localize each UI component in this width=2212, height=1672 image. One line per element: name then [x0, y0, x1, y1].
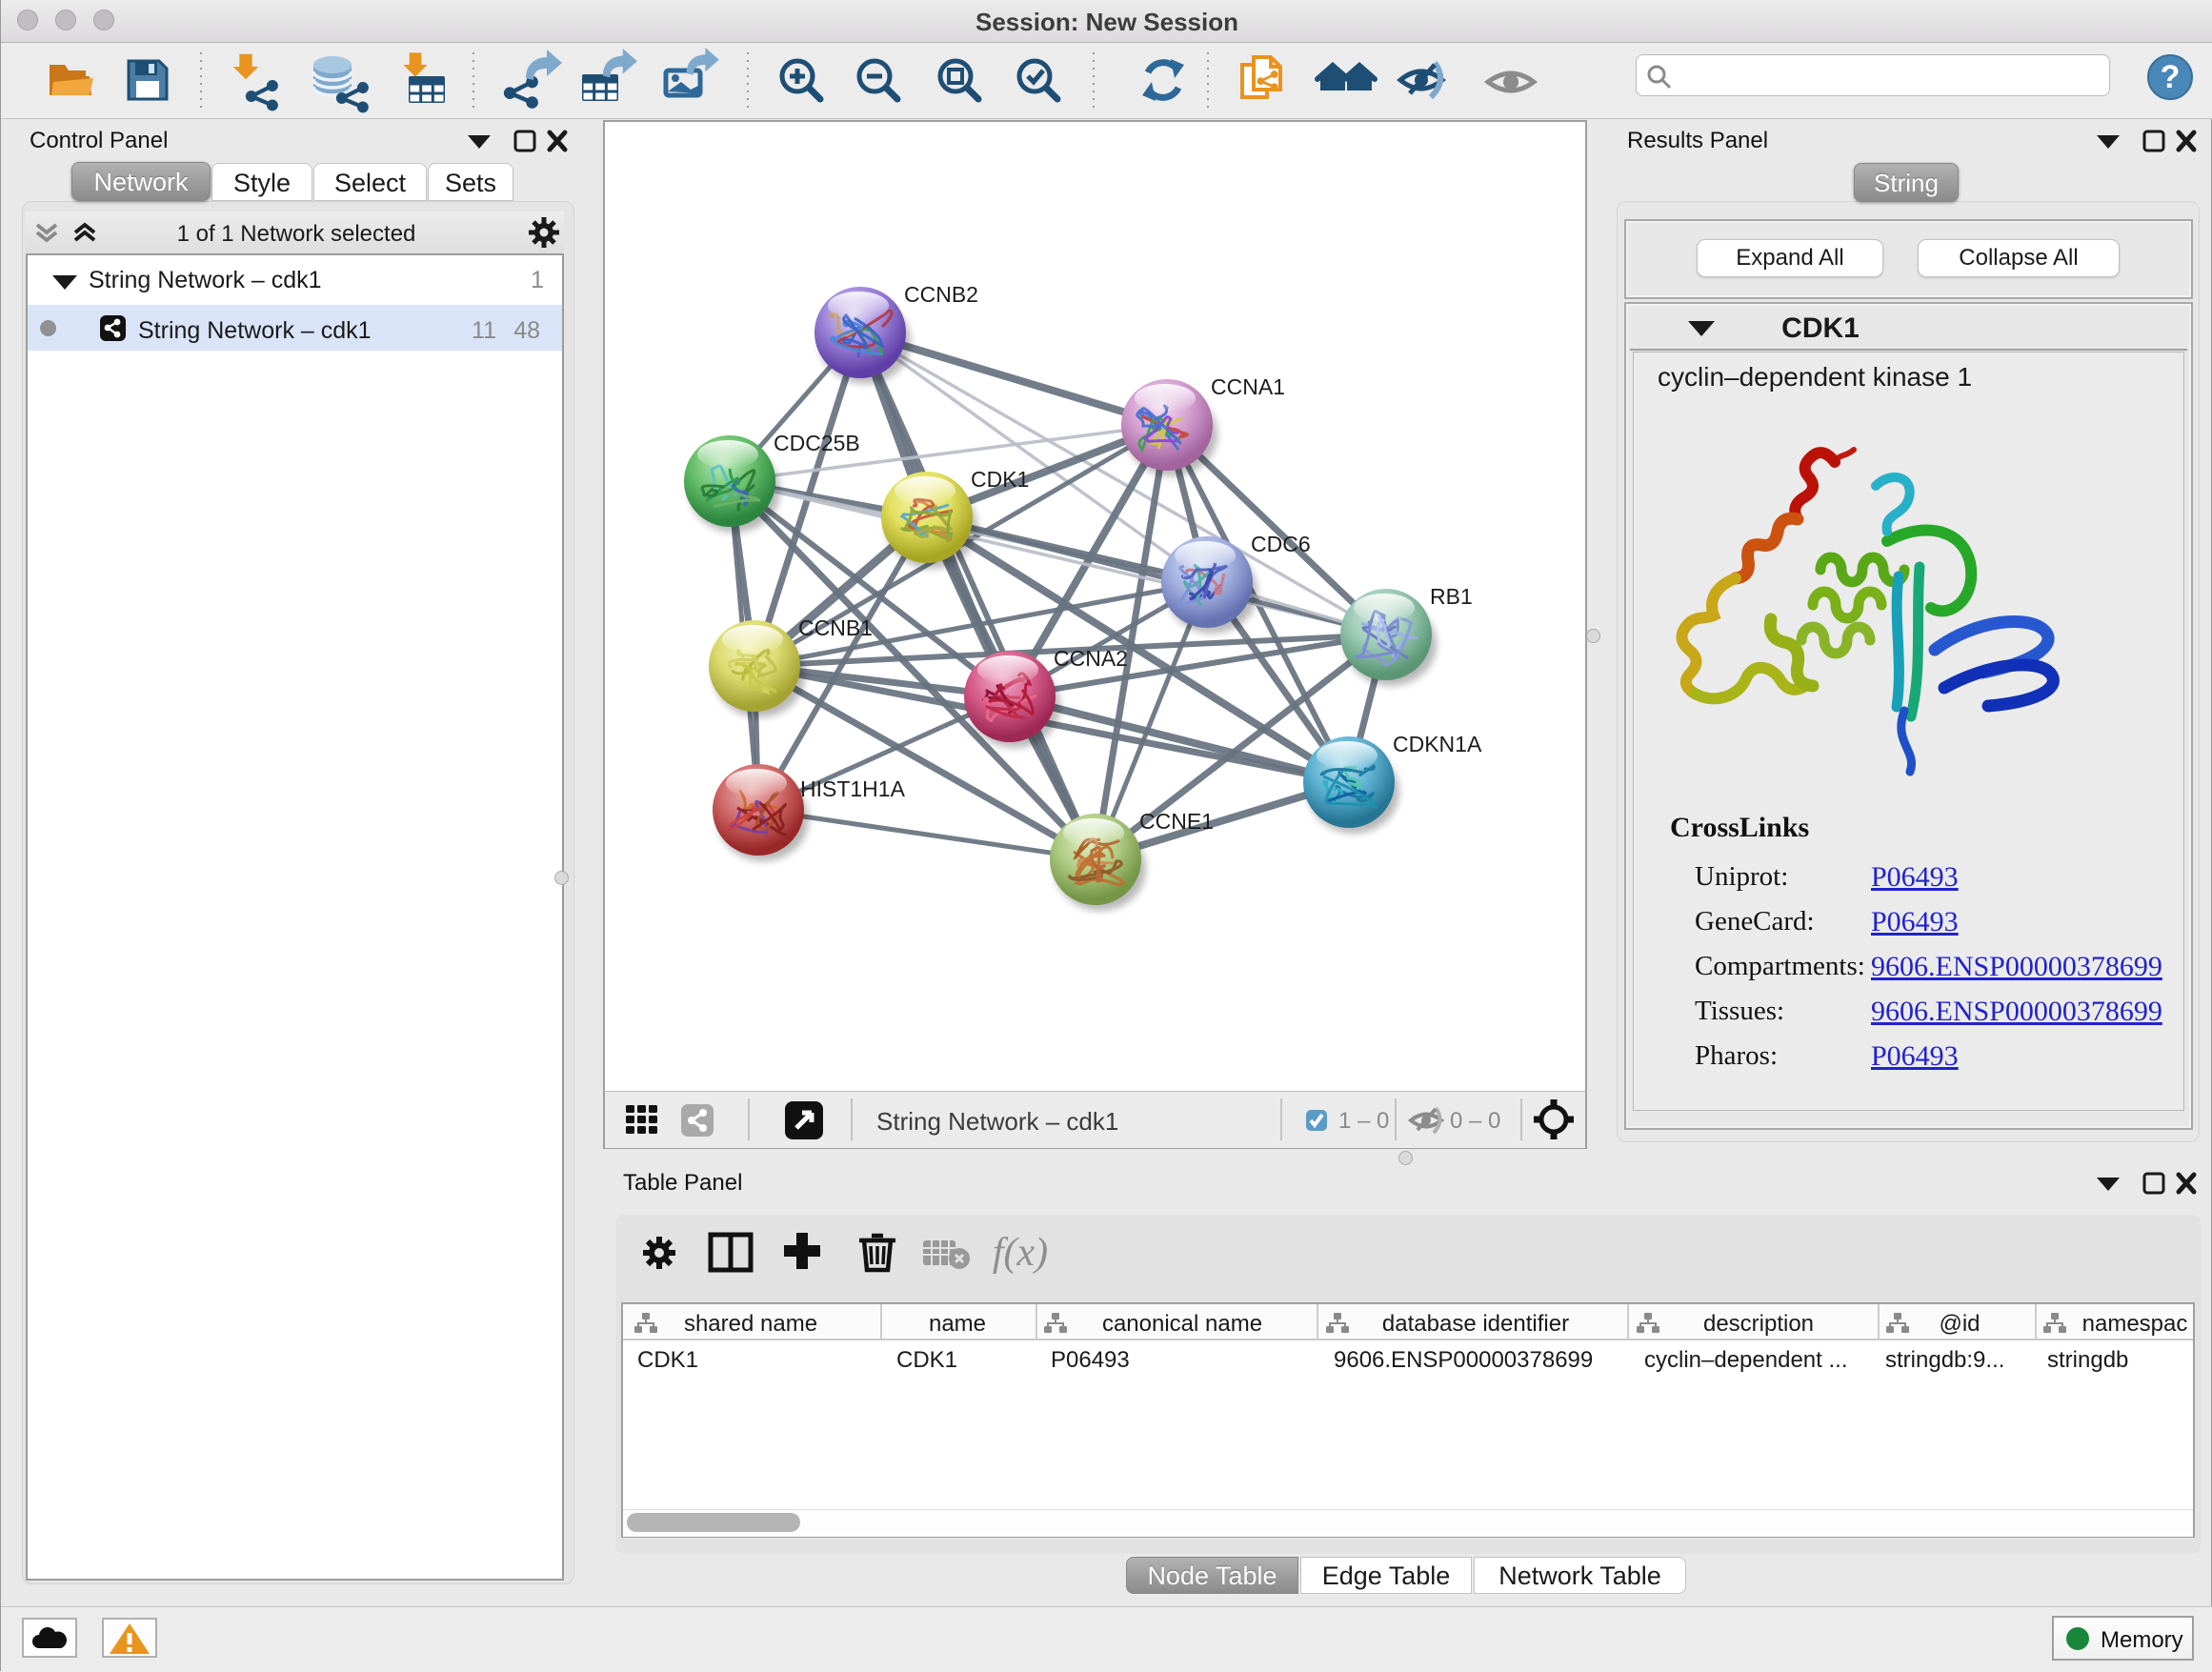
svg-text:?: ?: [2161, 59, 2181, 95]
svg-text:CCNE1: CCNE1: [1139, 809, 1214, 834]
svg-text:CDKN1A: CDKN1A: [1393, 732, 1482, 756]
svg-text:CDC25B: CDC25B: [774, 431, 860, 455]
svg-text:CCNB1: CCNB1: [798, 615, 873, 640]
svg-text:CCNA1: CCNA1: [1211, 374, 1285, 399]
svg-text:CCNB2: CCNB2: [904, 282, 978, 307]
svg-text:f(x): f(x): [993, 1231, 1048, 1275]
svg-text:RB1: RB1: [1430, 584, 1473, 609]
svg-text:CCNA2: CCNA2: [1054, 646, 1128, 671]
svg-text:CDK1: CDK1: [971, 467, 1029, 492]
svg-text:HIST1H1A: HIST1H1A: [800, 776, 906, 801]
svg-text:CDC6: CDC6: [1251, 532, 1311, 556]
